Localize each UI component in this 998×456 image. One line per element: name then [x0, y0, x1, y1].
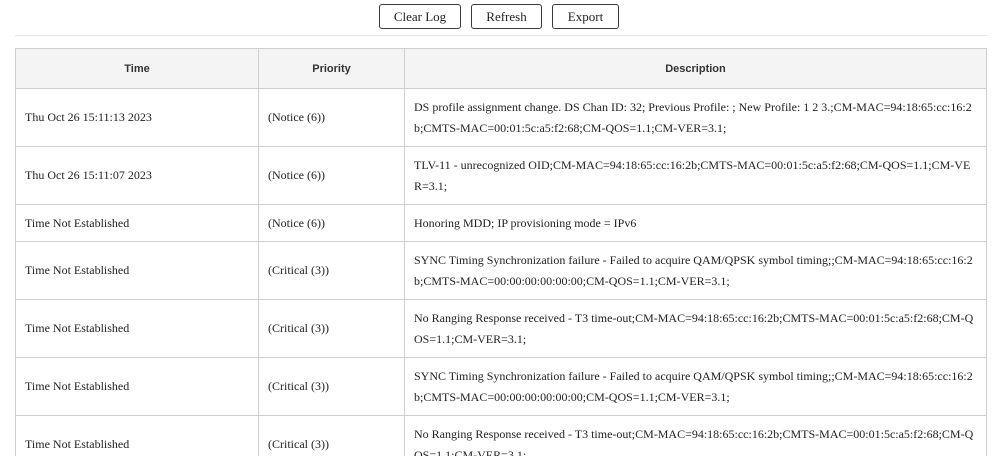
cell-priority: (Notice (6)): [258, 88, 405, 147]
cell-time: Time Not Established: [15, 204, 259, 242]
cell-description: No Ranging Response received - T3 time-o…: [404, 415, 987, 456]
cell-priority: (Critical (3)): [258, 241, 405, 300]
table-row: Time Not Established (Critical (3)) No R…: [15, 415, 987, 456]
log-toolbar: Clear Log Refresh Export: [0, 4, 998, 30]
table-row: Time Not Established (Notice (6)) Honori…: [15, 204, 987, 242]
cell-time: Thu Oct 26 15:11:07 2023: [15, 146, 259, 205]
export-button[interactable]: Export: [552, 4, 619, 29]
cell-description: SYNC Timing Synchronization failure - Fa…: [404, 241, 987, 300]
cell-description: DS profile assignment change. DS Chan ID…: [404, 88, 987, 147]
table-row: Thu Oct 26 15:11:13 2023 (Notice (6)) DS…: [15, 88, 987, 147]
refresh-button[interactable]: Refresh: [471, 4, 542, 29]
event-log-scroll-area[interactable]: Time Priority Description Thu Oct 26 15:…: [15, 48, 987, 456]
table-row: Time Not Established (Critical (3)) No R…: [15, 299, 987, 358]
cell-time: Time Not Established: [15, 357, 259, 416]
table-row: Thu Oct 26 15:11:07 2023 (Notice (6)) TL…: [15, 146, 987, 205]
header-time: Time: [15, 48, 259, 89]
cell-priority: (Notice (6)): [258, 146, 405, 205]
table-row: Time Not Established (Critical (3)) SYNC…: [15, 241, 987, 300]
cell-priority: (Critical (3)): [258, 299, 405, 358]
table-row: Time Not Established (Critical (3)) SYNC…: [15, 357, 987, 416]
cell-time: Time Not Established: [15, 241, 259, 300]
cell-priority: (Notice (6)): [258, 204, 405, 242]
table-header-row: Time Priority Description: [15, 48, 987, 89]
cell-time: Time Not Established: [15, 299, 259, 358]
cell-priority: (Critical (3)): [258, 357, 405, 416]
toolbar-divider: [15, 35, 987, 36]
cell-description: TLV-11 - unrecognized OID;CM-MAC=94:18:6…: [404, 146, 987, 205]
clear-log-button[interactable]: Clear Log: [379, 4, 461, 29]
cell-description: SYNC Timing Synchronization failure - Fa…: [404, 357, 987, 416]
cell-description: Honoring MDD; IP provisioning mode = IPv…: [404, 204, 987, 242]
event-log-table: Time Priority Description Thu Oct 26 15:…: [15, 48, 987, 456]
cell-priority: (Critical (3)): [258, 415, 405, 456]
cell-time: Time Not Established: [15, 415, 259, 456]
header-priority: Priority: [258, 48, 405, 89]
cell-time: Thu Oct 26 15:11:13 2023: [15, 88, 259, 147]
header-description: Description: [404, 48, 987, 89]
cell-description: No Ranging Response received - T3 time-o…: [404, 299, 987, 358]
